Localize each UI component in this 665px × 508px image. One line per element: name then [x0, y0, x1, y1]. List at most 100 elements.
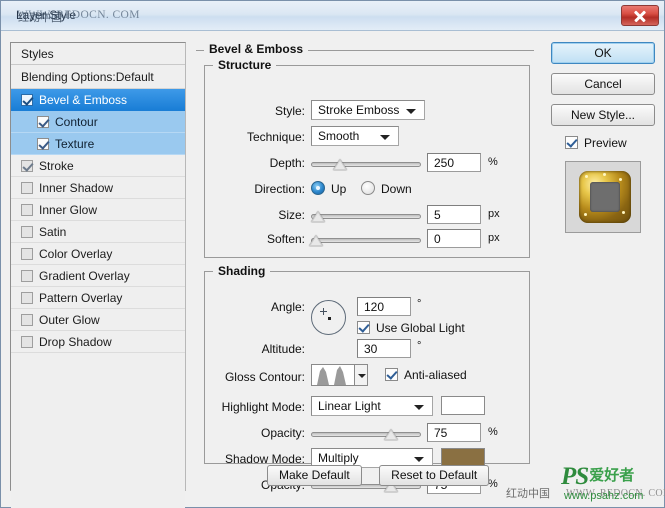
slider-knob[interactable] — [311, 211, 325, 222]
soften-slider[interactable] — [309, 233, 421, 247]
checkbox-icon[interactable] — [21, 248, 33, 260]
style-row-label: Stroke — [39, 159, 74, 173]
preview-checkbox[interactable] — [565, 136, 578, 149]
slider-knob[interactable] — [384, 429, 398, 440]
styles-list-empty-area — [11, 353, 185, 508]
style-row-inner-glow[interactable]: Inner Glow — [11, 199, 185, 221]
anti-aliased-label: Anti-aliased — [404, 368, 467, 382]
gloss-contour-dropdown[interactable] — [355, 364, 368, 386]
highlight-opacity-unit: % — [488, 426, 498, 438]
highlight-opacity-slider[interactable] — [311, 427, 421, 441]
highlight-mode-value: Linear Light — [318, 399, 381, 413]
style-row-label: Outer Glow — [39, 313, 100, 327]
direction-up-radio[interactable] — [311, 181, 325, 195]
soften-input[interactable]: 0 — [427, 229, 481, 248]
style-row-contour[interactable]: Contour — [11, 111, 185, 133]
main-panel: Bevel & Emboss Structure Style: Stroke E… — [194, 42, 544, 494]
slider-knob[interactable] — [333, 159, 347, 170]
size-unit: px — [488, 208, 500, 220]
anti-aliased-checkbox[interactable] — [385, 368, 398, 381]
angle-dial[interactable] — [311, 300, 346, 335]
style-row-label: Bevel & Emboss — [39, 93, 128, 107]
style-row-label: Inner Glow — [39, 203, 98, 217]
size-slider[interactable] — [311, 209, 421, 223]
chevron-down-icon — [414, 405, 424, 410]
gold-frame-preview-icon — [579, 171, 631, 223]
checkbox-icon[interactable] — [21, 204, 33, 216]
angle-marker-icon — [320, 308, 327, 315]
style-row-label: Drop Shadow — [39, 335, 112, 349]
depth-value: 250 — [434, 156, 455, 170]
depth-input[interactable]: 250 — [427, 153, 481, 172]
gloss-contour-curve-icon — [312, 366, 354, 385]
style-row-label: Color Overlay — [39, 247, 113, 261]
style-row-color-overlay[interactable]: Color Overlay — [11, 243, 185, 265]
size-input[interactable]: 5 — [427, 205, 481, 224]
altitude-input[interactable]: 30 — [357, 339, 411, 358]
highlight-opacity-label: Opacity: — [260, 426, 305, 440]
shading-group: Shading Angle: 120 ° Use Global Light Al… — [204, 264, 530, 494]
footer-watermark-cn: 红动中国 — [506, 487, 550, 500]
style-row-bevel-emboss[interactable]: Bevel & Emboss — [11, 89, 185, 111]
style-dropdown[interactable]: Stroke Emboss — [311, 100, 425, 120]
style-row-stroke[interactable]: Stroke — [11, 155, 185, 177]
checkbox-icon[interactable] — [21, 160, 33, 172]
angle-unit: ° — [417, 298, 422, 310]
gloss-contour-preview[interactable] — [311, 364, 355, 386]
style-row-satin[interactable]: Satin — [11, 221, 185, 243]
checkbox-icon[interactable] — [21, 182, 33, 194]
chevron-down-icon — [380, 135, 390, 140]
close-icon[interactable] — [621, 5, 659, 26]
style-row-label: Texture — [55, 137, 95, 151]
slider-knob[interactable] — [309, 235, 323, 246]
style-row-outer-glow[interactable]: Outer Glow — [11, 309, 185, 331]
blending-options-row[interactable]: Blending Options:Default — [11, 65, 185, 89]
gloss-contour-label: Gloss Contour: — [224, 370, 305, 384]
chevron-down-icon — [414, 457, 424, 462]
psahz-logo-cn: 爱好者 — [589, 466, 635, 484]
ok-button[interactable]: OK — [551, 42, 655, 64]
technique-dropdown[interactable]: Smooth — [311, 126, 399, 146]
dialog-actions: OK Cancel New Style... Preview — [551, 42, 659, 233]
shading-legend: Shading — [218, 264, 266, 278]
style-label: Style: — [274, 104, 305, 118]
direction-up-label: Up — [331, 182, 347, 196]
new-style-button[interactable]: New Style... — [551, 104, 655, 126]
checkbox-icon[interactable] — [21, 226, 33, 238]
checkbox-icon[interactable] — [21, 270, 33, 282]
technique-label: Technique: — [246, 130, 305, 144]
style-row-pattern-overlay[interactable]: Pattern Overlay — [11, 287, 185, 309]
style-row-gradient-overlay[interactable]: Gradient Overlay — [11, 265, 185, 287]
style-row-texture[interactable]: Texture — [11, 133, 185, 155]
highlight-color-swatch[interactable] — [441, 396, 485, 415]
slider-track — [311, 432, 421, 437]
highlight-mode-dropdown[interactable]: Linear Light — [311, 396, 433, 416]
make-default-button[interactable]: Make Default — [267, 465, 362, 486]
style-row-label: Gradient Overlay — [39, 269, 130, 283]
psahz-logo: PS爱好者 — [561, 463, 634, 491]
angle-value: 120 — [364, 300, 385, 314]
highlight-opacity-value: 75 — [434, 426, 448, 440]
cancel-button[interactable]: Cancel — [551, 73, 655, 95]
checkbox-icon[interactable] — [21, 314, 33, 326]
checkbox-icon[interactable] — [21, 292, 33, 304]
checkbox-icon[interactable] — [21, 94, 33, 106]
angle-input[interactable]: 120 — [357, 297, 411, 316]
shadow-mode-label: Shadow Mode: — [224, 452, 305, 466]
checkbox-icon[interactable] — [21, 336, 33, 348]
direction-down-radio[interactable] — [361, 181, 375, 195]
footer-actions: Make Default Reset to Default — [267, 465, 502, 486]
depth-slider[interactable] — [311, 157, 421, 171]
style-row-inner-shadow[interactable]: Inner Shadow — [11, 177, 185, 199]
title-watermark-cn: 红动中国 — [18, 11, 62, 24]
highlight-opacity-input[interactable]: 75 — [427, 423, 481, 442]
checkbox-icon[interactable] — [37, 138, 49, 150]
depth-label: Depth: — [269, 156, 305, 170]
styles-panel: Styles Blending Options:Default Bevel & … — [10, 42, 186, 508]
checkbox-icon[interactable] — [37, 116, 49, 128]
use-global-light-checkbox[interactable] — [357, 321, 370, 334]
reset-to-default-button[interactable]: Reset to Default — [379, 465, 490, 486]
style-row-drop-shadow[interactable]: Drop Shadow — [11, 331, 185, 353]
size-label: Size: — [278, 208, 305, 222]
altitude-label: Altitude: — [261, 342, 305, 356]
